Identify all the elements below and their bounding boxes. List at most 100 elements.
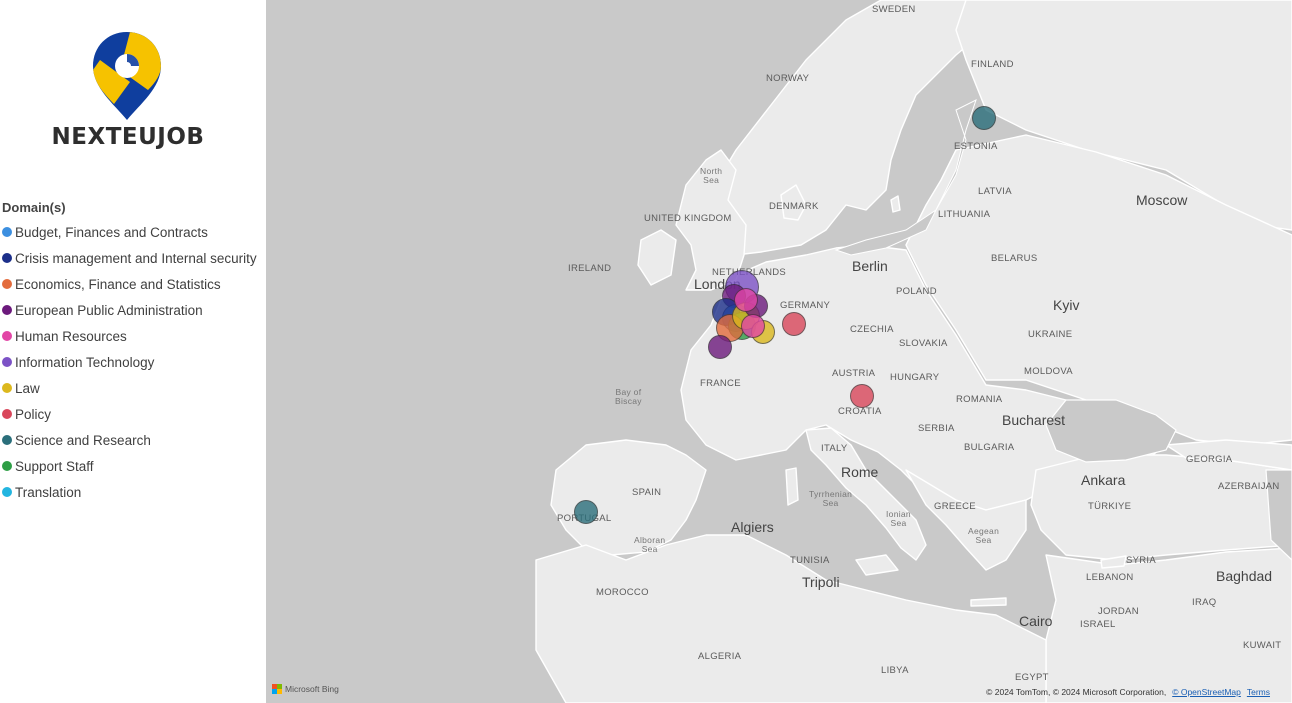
country-label: ITALY — [821, 443, 848, 454]
openstreetmap-link[interactable]: © OpenStreetMap — [1172, 687, 1241, 697]
map-provider: Microsoft Bing — [285, 684, 339, 694]
legend-label: Support Staff — [15, 458, 94, 474]
legend-dot-icon — [2, 461, 12, 471]
city-label: Berlin — [852, 258, 888, 274]
country-label: SPAIN — [632, 487, 662, 498]
map-bubble[interactable] — [972, 106, 996, 130]
legend-item[interactable]: Science and Research — [2, 427, 257, 453]
legend-label: Information Technology — [15, 354, 155, 370]
country-label: UNITED KINGDOM — [644, 213, 732, 224]
legend-dot-icon — [2, 409, 12, 419]
country-label: GERMANY — [780, 300, 831, 311]
country-label: AZERBAIJAN — [1218, 481, 1280, 492]
legend-dot-icon — [2, 487, 12, 497]
legend-item[interactable]: Budget, Finances and Contracts — [2, 219, 257, 245]
map-bubble[interactable] — [734, 288, 758, 312]
legend-dot-icon — [2, 331, 12, 341]
country-label: POLAND — [896, 286, 937, 297]
legend-dot-icon — [2, 305, 12, 315]
country-label: IRAQ — [1192, 597, 1217, 608]
country-label: JORDAN — [1098, 606, 1139, 617]
map-basemap — [266, 0, 1292, 703]
country-label: SYRIA — [1126, 555, 1157, 566]
city-label: Baghdad — [1216, 568, 1273, 584]
legend-label: Translation — [15, 484, 82, 500]
country-label: DENMARK — [769, 201, 819, 212]
map-bubble[interactable] — [782, 312, 806, 336]
map[interactable]: SWEDEN NORWAY FINLAND ESTONIA LATVIA LITHUANI… — [266, 0, 1292, 703]
terms-link[interactable]: Terms — [1247, 687, 1270, 697]
sea-label: Tyrrhenian Sea — [809, 489, 853, 508]
legend-list: Budget, Finances and Contracts Crisis man… — [2, 219, 257, 505]
sea-label: Alboran Sea — [634, 535, 666, 554]
attribution-text: © 2024 TomTom, © 2024 Microsoft Corporat… — [986, 687, 1167, 697]
city-label: Moscow — [1136, 192, 1188, 208]
country-label: ISRAEL — [1080, 619, 1116, 630]
map-bubble[interactable] — [708, 335, 732, 359]
sidebar: NEXTEUJOB Domain(s) Budget, Finances and… — [0, 0, 266, 703]
legend-item[interactable]: Crisis management and Internal security — [2, 245, 257, 271]
country-label: TUNISIA — [790, 555, 830, 566]
country-label: BELARUS — [991, 253, 1038, 264]
legend-dot-icon — [2, 435, 12, 445]
country-label: SWEDEN — [872, 4, 916, 15]
city-label: Tripoli — [802, 574, 840, 590]
country-label: LATVIA — [978, 186, 1012, 197]
legend-dot-icon — [2, 357, 12, 367]
legend-item[interactable]: Translation — [2, 479, 257, 505]
map-bubble[interactable] — [574, 500, 598, 524]
country-label: IRELAND — [568, 263, 612, 274]
legend-label: Law — [15, 380, 40, 396]
sea-label: Aegean Sea — [968, 526, 1000, 545]
country-label: TÜRKIYE — [1088, 501, 1132, 512]
country-label: GREECE — [934, 501, 976, 512]
country-label: HUNGARY — [890, 372, 940, 383]
map-bubble[interactable] — [850, 384, 874, 408]
country-label: SLOVAKIA — [899, 338, 948, 349]
legend-label: Economics, Finance and Statistics — [15, 276, 221, 292]
country-label: ROMANIA — [956, 394, 1003, 405]
legend-dot-icon — [2, 383, 12, 393]
country-label: LEBANON — [1086, 572, 1134, 583]
legend-item[interactable]: Information Technology — [2, 349, 257, 375]
logo-wordmark: NEXTEUJOB — [51, 124, 205, 150]
legend-item[interactable]: Law — [2, 375, 257, 401]
legend-item[interactable]: Policy — [2, 401, 257, 427]
legend-label: Crisis management and Internal security — [15, 250, 257, 266]
country-label: ALGERIA — [698, 651, 742, 662]
country-label: FRANCE — [700, 378, 741, 389]
city-label: Rome — [841, 464, 879, 480]
legend-dot-icon — [2, 279, 12, 289]
map-bubble[interactable] — [741, 314, 765, 338]
legend-item[interactable]: Economics, Finance and Statistics — [2, 271, 257, 297]
city-label: Bucharest — [1002, 412, 1066, 428]
bing-logo: Microsoft Bing — [272, 684, 339, 694]
country-label: AUSTRIA — [832, 368, 876, 379]
sea-label: North Sea — [700, 166, 723, 185]
country-label: NORWAY — [766, 73, 810, 84]
legend-item[interactable]: Support Staff — [2, 453, 257, 479]
city-label: Kyiv — [1053, 297, 1080, 313]
country-label: GEORGIA — [1186, 454, 1233, 465]
city-label: Algiers — [731, 519, 774, 535]
legend-dot-icon — [2, 253, 12, 263]
country-label: ESTONIA — [954, 141, 998, 152]
country-label: EGYPT — [1015, 672, 1049, 683]
country-label: FINLAND — [971, 59, 1014, 70]
legend-item[interactable]: European Public Administration — [2, 297, 257, 323]
country-label: SERBIA — [918, 423, 955, 434]
microsoft-logo-icon — [272, 684, 282, 694]
city-label: Cairo — [1019, 613, 1053, 629]
sea-label: Ionian Sea — [886, 509, 911, 528]
country-label: LIBYA — [881, 665, 909, 676]
country-label: MOROCCO — [596, 587, 649, 598]
country-label: BULGARIA — [964, 442, 1015, 453]
sea-label: Bay of Biscay — [615, 387, 642, 406]
country-label: MOLDOVA — [1024, 366, 1073, 377]
country-label: CZECHIA — [850, 324, 894, 335]
country-label: LITHUANIA — [938, 209, 991, 220]
legend-label: European Public Administration — [15, 302, 203, 318]
legend-item[interactable]: Human Resources — [2, 323, 257, 349]
city-label: Ankara — [1081, 472, 1126, 488]
logo-pin-icon — [90, 30, 164, 122]
